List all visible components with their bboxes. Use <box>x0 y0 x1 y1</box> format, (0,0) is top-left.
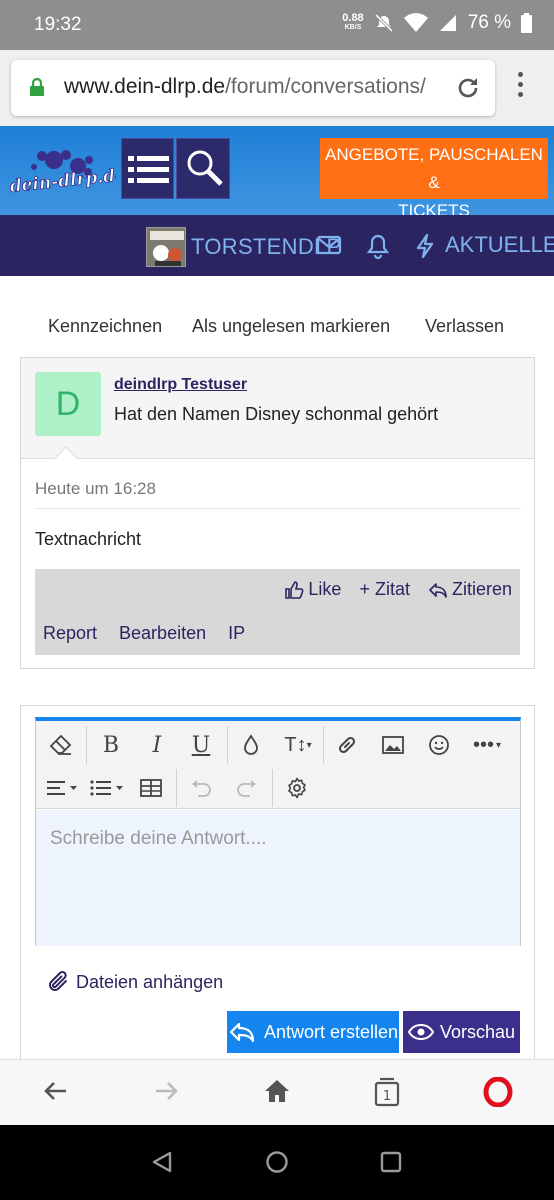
wifi-icon <box>403 13 428 32</box>
leave-action[interactable]: Verlassen <box>425 316 504 337</box>
thumbs-up-icon <box>285 580 304 599</box>
status-bar: 19:32 0.88 KB/S 76 % <box>0 0 554 50</box>
promo-button[interactable]: ANGEBOTE, PAUSCHALEN & TICKETS <box>320 138 548 220</box>
nav-recents-icon[interactable] <box>379 1150 403 1174</box>
list-menu-icon <box>128 156 169 183</box>
main-menu-button[interactable] <box>121 138 174 199</box>
reply-textarea[interactable]: Schreibe deine Antwort.... <box>36 810 520 946</box>
conversation-title: Hat den Namen Disney schonmal gehört <box>114 404 439 424</box>
battery-icon <box>521 13 532 33</box>
attach-files-button[interactable]: Dateien anhängen <box>48 970 223 994</box>
emoji-icon[interactable] <box>426 729 452 761</box>
like-button[interactable]: Like <box>284 579 341 600</box>
mark-unread-action[interactable]: Als ungelesen markieren <box>192 316 390 337</box>
signal-icon <box>439 15 456 31</box>
status-time: 19:32 <box>34 14 82 35</box>
forward-arrow-icon[interactable] <box>152 1077 180 1105</box>
underline-icon[interactable]: U <box>188 729 214 761</box>
more-options-icon[interactable]: ••• ▾ <box>466 729 508 761</box>
author-avatar[interactable]: D <box>35 372 101 436</box>
user-nav-bar: TORSTENDLP AKTUELLES <box>0 215 554 276</box>
post-reply-button[interactable]: Antwort erstellen <box>227 1011 399 1053</box>
editor-toolbar: B I U T↕ ▾ ••• ▾ <box>36 721 520 809</box>
network-speed: 0.88 KB/S <box>342 12 364 32</box>
home-icon[interactable] <box>263 1077 291 1105</box>
report-link[interactable]: Report <box>43 623 97 644</box>
rich-text-editor: B I U T↕ ▾ ••• ▾ Schreibe deine Antwort.… <box>35 717 521 946</box>
tabs-icon[interactable]: 1 <box>373 1077 401 1107</box>
font-size-icon[interactable]: T↕ ▾ <box>278 729 318 761</box>
reply-quote-button[interactable]: Zitieren <box>428 579 512 600</box>
nav-home-icon[interactable] <box>265 1150 289 1174</box>
redo-icon[interactable] <box>234 772 260 804</box>
link-icon[interactable] <box>334 729 360 761</box>
message-date[interactable]: Heute um 16:28 <box>35 479 156 499</box>
aktuelles-link[interactable]: AKTUELLES <box>445 232 554 258</box>
settings-gear-icon[interactable] <box>284 772 310 804</box>
list-icon[interactable] <box>88 772 126 804</box>
ip-link[interactable]: IP <box>228 623 245 644</box>
svg-text:1: 1 <box>383 1089 391 1104</box>
mute-notifications-icon <box>374 13 393 33</box>
site-header: dein-dlrp.de ANGEBOTE, PAUSCHALEN & TICK… <box>0 126 554 220</box>
user-avatar[interactable] <box>146 227 186 267</box>
message-body: Textnachricht <box>35 529 142 549</box>
edit-link[interactable]: Bearbeiten <box>119 623 206 644</box>
browser-toolbar: www.dein-dlrp.de/forum/conversations/ <box>0 50 554 126</box>
lock-icon <box>30 77 44 96</box>
quote-add-button[interactable]: + Zitat <box>359 579 410 600</box>
eraser-icon[interactable] <box>46 729 76 761</box>
author-name[interactable]: deindlrp Testuser <box>114 376 247 394</box>
back-arrow-icon[interactable] <box>42 1077 70 1105</box>
inbox-icon[interactable] <box>316 233 342 257</box>
address-bar[interactable]: www.dein-dlrp.de/forum/conversations/ <box>11 60 495 116</box>
nav-back-icon[interactable] <box>150 1150 174 1174</box>
status-icons: 0.88 KB/S 76 % <box>342 12 532 34</box>
search-button[interactable] <box>176 138 230 199</box>
italic-icon[interactable]: I <box>144 729 170 761</box>
divider <box>35 508 521 509</box>
preview-button[interactable]: Vorschau <box>403 1011 520 1053</box>
message-header: D deindlrp Testuser Hat den Namen Disney… <box>21 358 534 459</box>
message-actions: Like + Zitat Zitieren Report Bearbeiten … <box>35 569 520 655</box>
paperclip-icon <box>49 971 67 991</box>
system-nav-bar <box>0 1125 554 1200</box>
lightning-icon[interactable] <box>414 233 436 259</box>
reply-icon <box>429 582 447 598</box>
text-color-icon[interactable] <box>238 729 264 761</box>
bell-icon[interactable] <box>366 233 390 259</box>
svg-text:dein-dlrp.de: dein-dlrp.de <box>9 165 116 197</box>
bold-icon[interactable]: B <box>98 729 124 761</box>
undo-icon[interactable] <box>188 772 214 804</box>
message-card: D deindlrp Testuser Hat den Namen Disney… <box>20 357 535 669</box>
reply-arrow-icon <box>229 1022 255 1043</box>
eye-icon <box>407 1023 434 1041</box>
align-icon[interactable] <box>44 772 80 804</box>
site-logo[interactable]: dein-dlrp.de <box>8 140 127 202</box>
battery-percent: 76 % <box>467 12 511 33</box>
browser-bottom-bar: 1 <box>0 1059 554 1125</box>
table-icon[interactable] <box>138 772 164 804</box>
url-text[interactable]: www.dein-dlrp.de/forum/conversations/ <box>64 75 452 99</box>
reload-icon[interactable] <box>455 75 481 101</box>
opera-menu-icon[interactable] <box>483 1077 513 1107</box>
image-icon[interactable] <box>380 729 406 761</box>
search-icon <box>187 150 223 186</box>
browser-menu-icon[interactable] <box>516 72 524 102</box>
mark-action[interactable]: Kennzeichnen <box>48 316 162 337</box>
